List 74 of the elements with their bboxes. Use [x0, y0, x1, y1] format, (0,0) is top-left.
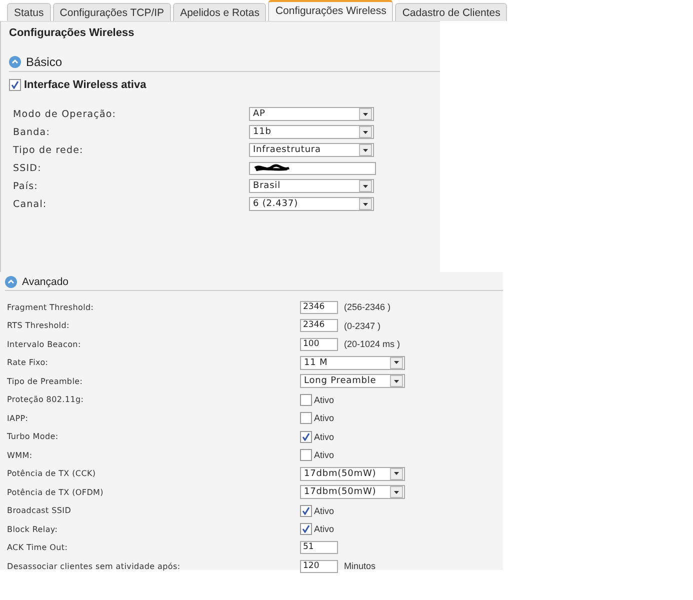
- caret-icon: [363, 202, 368, 206]
- dropdown-select[interactable]: Brasil: [249, 179, 374, 193]
- tab[interactable]: Status: [7, 3, 51, 21]
- caret-icon: [363, 184, 368, 188]
- dropdown-select[interactable]: Long Preamble: [300, 374, 405, 388]
- checkbox-label: Ativo: [314, 524, 334, 534]
- tab[interactable]: Configurações TCP/IP: [52, 3, 172, 21]
- field-label: Canal:: [13, 198, 48, 210]
- checkbox-label: Ativo: [314, 450, 334, 460]
- checkbox-label: Ativo: [314, 394, 334, 404]
- field-label: Tipo de Preamble:: [7, 376, 84, 386]
- page-title: Configurações Wireless: [9, 27, 134, 39]
- field-label: WMM:: [7, 450, 34, 460]
- field-label: Intervalo Beacon:: [7, 340, 82, 348]
- collapse-icon[interactable]: [9, 56, 21, 68]
- field-label: Potência de TX (OFDM): [7, 488, 104, 496]
- dropdown-select[interactable]: Infraestrutura: [249, 143, 374, 157]
- field-label: IAPP:: [7, 414, 30, 422]
- field-label: Desassociar clientes sem atividade após:: [7, 562, 182, 570]
- range-hint: (20-1024 ms ): [344, 339, 400, 349]
- field-label: RTS Threshold:: [7, 321, 70, 330]
- dropdown-select[interactable]: AP: [249, 107, 374, 121]
- checkbox-label: Ativo: [314, 506, 334, 516]
- field-label: Tipo de rede:: [13, 144, 84, 156]
- dropdown-select[interactable]: 11 M: [300, 356, 405, 370]
- dropdown-select[interactable]: 17dbm(50mW): [300, 485, 405, 499]
- range-hint: (0-2347 ): [344, 320, 381, 330]
- range-hint: (256-2346 ): [344, 302, 391, 312]
- section-title: Básico: [26, 55, 62, 69]
- field-label: País:: [13, 180, 39, 192]
- caret-icon: [363, 130, 368, 134]
- input-field[interactable]: [249, 162, 376, 174]
- tab[interactable]: Cadastro de Clientes: [395, 3, 508, 21]
- checkbox-label: Interface Wireless ativa: [24, 79, 146, 91]
- checkbox[interactable]: [300, 394, 312, 406]
- range-hint: Minutos: [344, 561, 376, 571]
- field-label: Proteção 802.11g:: [7, 395, 85, 404]
- caret-icon: [394, 361, 399, 364]
- input-field[interactable]: 2346: [300, 319, 338, 332]
- input-field[interactable]: 120: [300, 560, 338, 572]
- input-field[interactable]: 2346: [300, 300, 338, 314]
- field-label: Turbo Mode:: [7, 432, 60, 441]
- scribble-mark: [254, 164, 290, 172]
- caret-icon: [363, 112, 368, 116]
- field-label: SSID:: [13, 162, 42, 174]
- collapse-icon[interactable]: [5, 276, 17, 288]
- section-title: Avançado: [22, 276, 69, 288]
- checkbox[interactable]: [300, 412, 312, 424]
- checkbox-label: Ativo: [314, 432, 334, 442]
- field-label: Rate Fixo:: [7, 358, 50, 367]
- checkbox[interactable]: [300, 449, 312, 461]
- caret-icon: [363, 148, 368, 152]
- field-label: Banda:: [13, 126, 52, 138]
- checkbox[interactable]: [300, 430, 312, 442]
- field-label: Block Relay:: [7, 524, 59, 534]
- caret-icon: [394, 380, 399, 382]
- tab[interactable]: Configurações Wireless: [268, 0, 394, 21]
- dropdown-select[interactable]: 6 (2.437): [249, 197, 374, 211]
- input-field[interactable]: 100: [300, 338, 338, 350]
- field-label: Fragment Threshold:: [7, 302, 95, 312]
- field-label: Broadcast SSID: [7, 506, 72, 515]
- checkbox[interactable]: [300, 523, 312, 535]
- field-label: Modo de Operação:: [13, 108, 118, 120]
- dropdown-select[interactable]: 11b: [249, 125, 374, 139]
- checkbox[interactable]: [300, 504, 312, 516]
- field-label: ACK Time Out:: [7, 543, 69, 552]
- caret-icon: [394, 472, 399, 475]
- dropdown-select[interactable]: 17dbm(50mW): [300, 466, 405, 480]
- checkbox[interactable]: [9, 79, 21, 91]
- field-label: Potência de TX (CCK): [7, 469, 97, 478]
- checkbox-label: Ativo: [314, 413, 334, 423]
- input-field[interactable]: 51: [300, 541, 338, 554]
- caret-icon: [394, 490, 399, 494]
- tab[interactable]: Apelidos e Rotas: [173, 3, 266, 21]
